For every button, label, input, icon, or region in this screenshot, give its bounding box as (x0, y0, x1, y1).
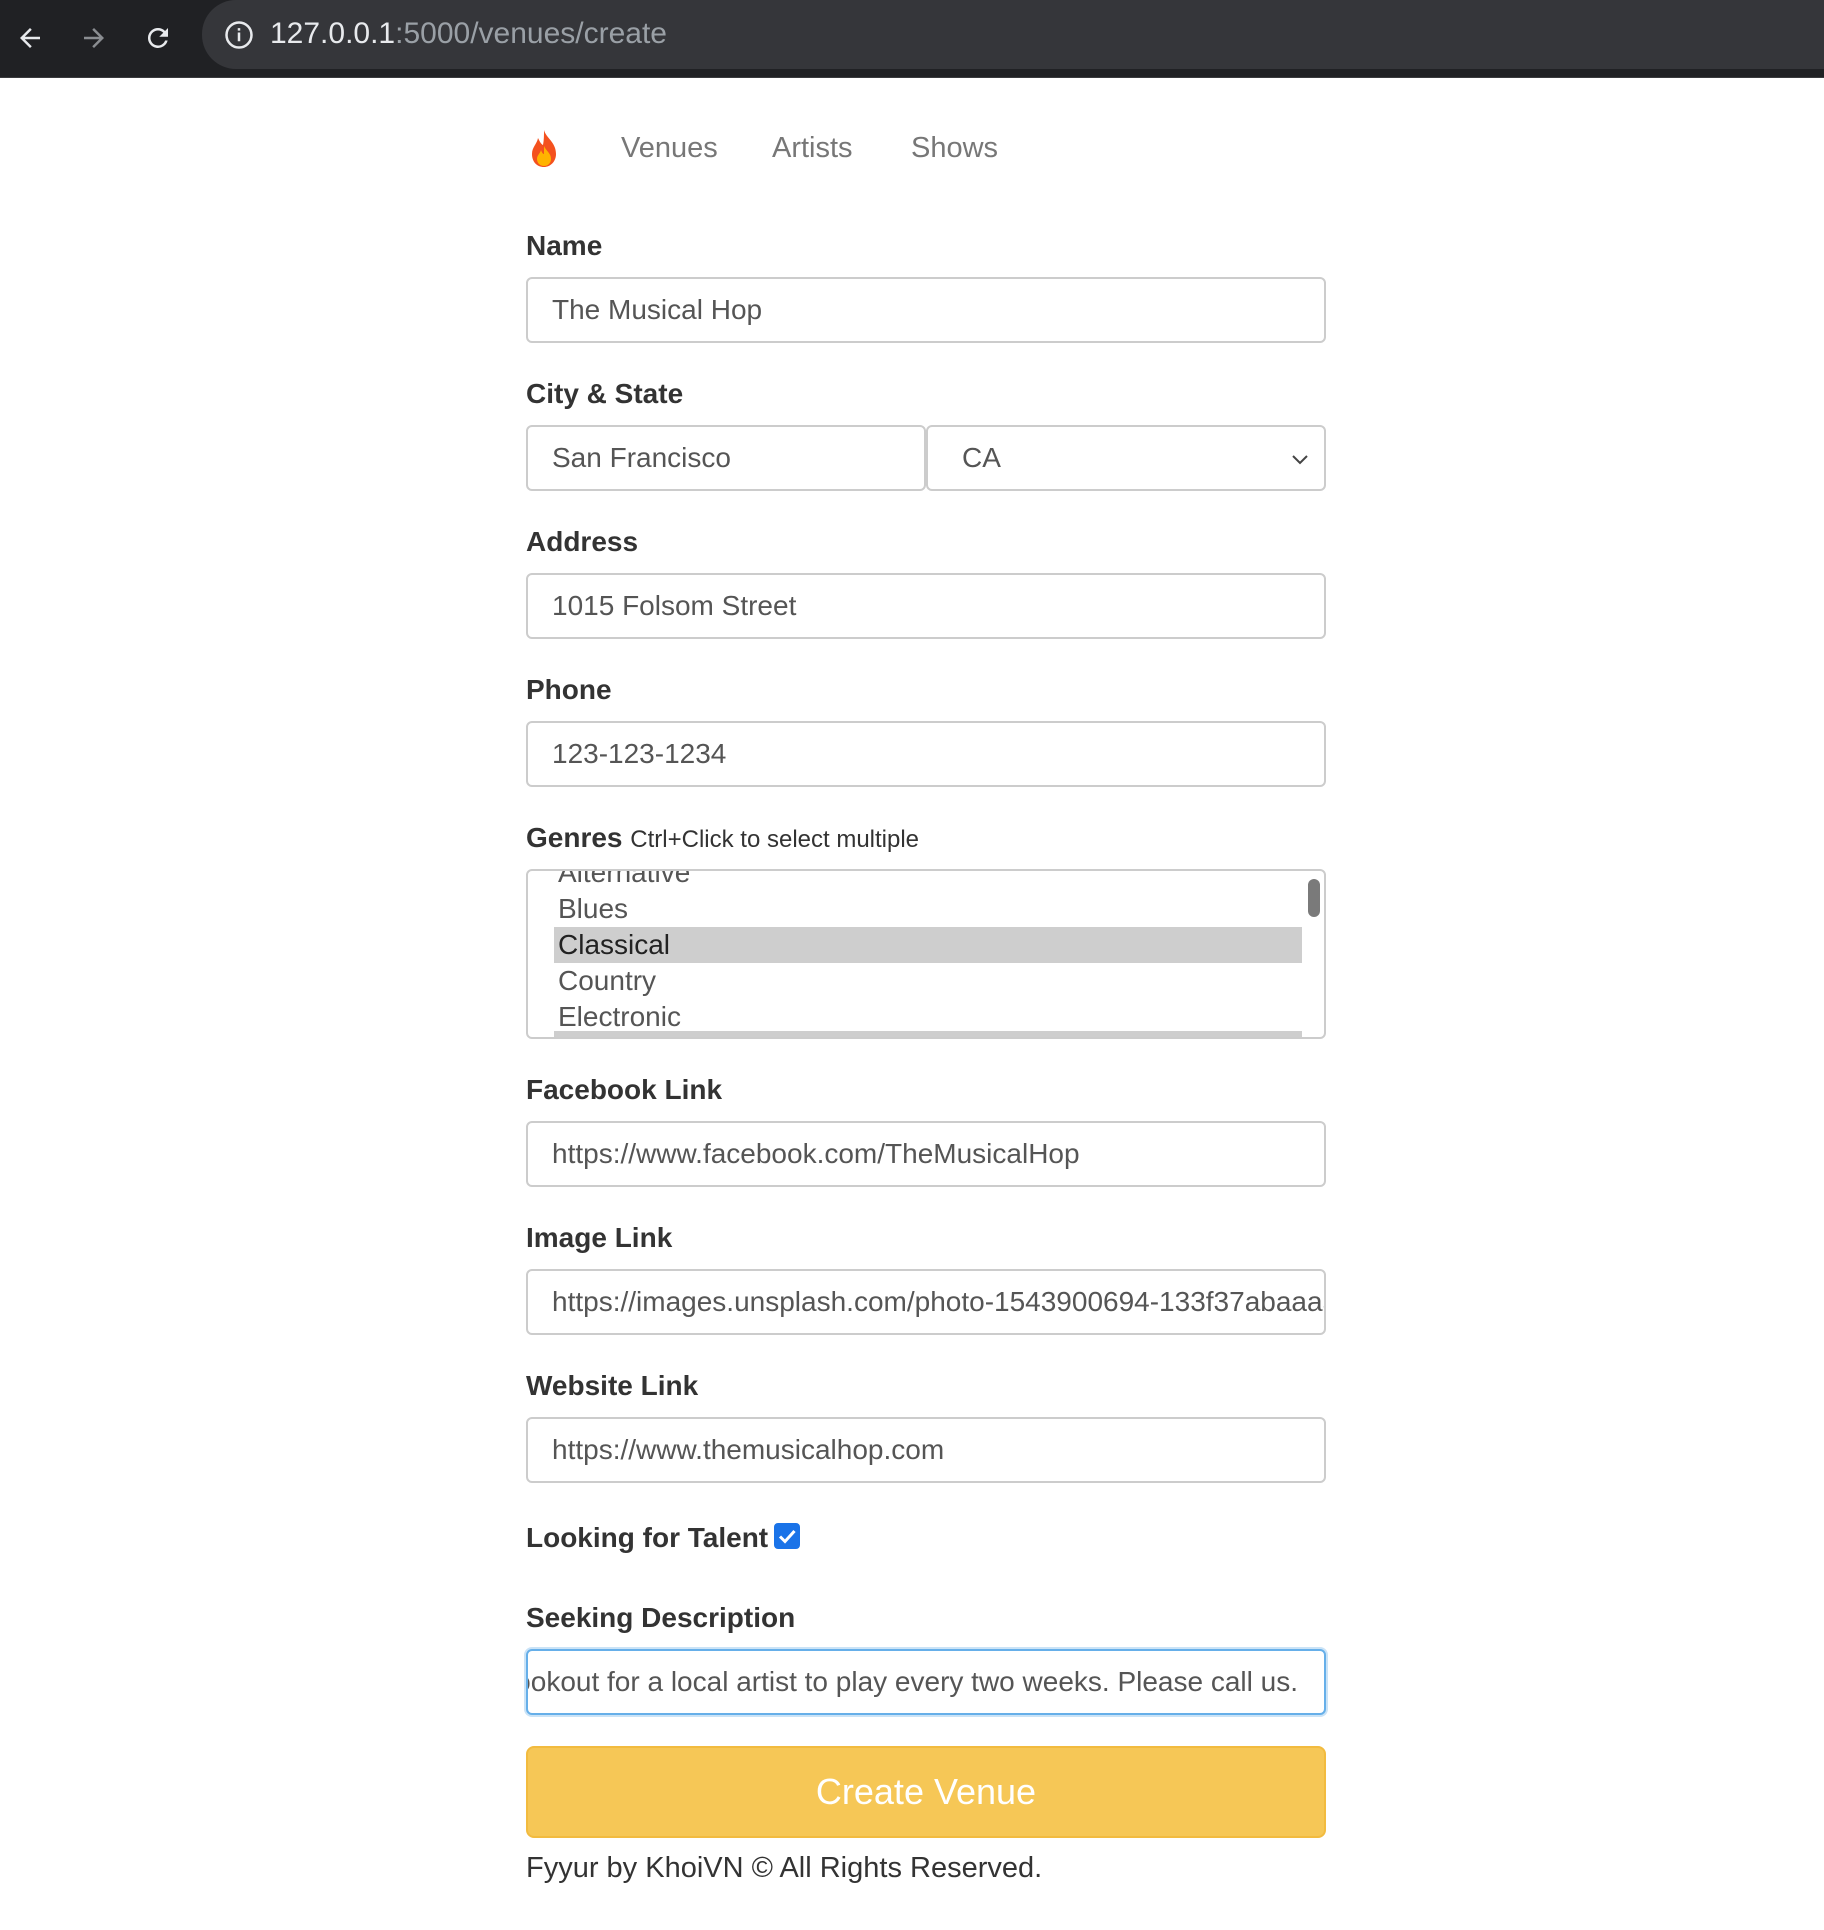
reload-button[interactable] (132, 12, 184, 64)
next-option-edge (554, 1031, 1302, 1037)
city-input[interactable]: San Francisco (526, 425, 926, 491)
phone-input[interactable]: 123-123-1234 (526, 721, 1326, 787)
genre-option[interactable]: Country (554, 963, 1302, 999)
genres-label-text: Genres (526, 822, 623, 853)
genre-option[interactable]: Alternative (554, 871, 1302, 891)
seeking-talent-checkbox[interactable] (774, 1523, 800, 1549)
nav-link-venues[interactable]: Venues (621, 130, 718, 166)
genre-option-selected[interactable]: Classical (554, 927, 1302, 963)
arrow-right-icon (84, 28, 104, 48)
genre-option[interactable]: Blues (554, 891, 1302, 927)
address-value: 1015 Folsom Street (552, 590, 797, 621)
seeking-description-input[interactable]: We are on the lookout for a local artist… (526, 1649, 1326, 1715)
url-text: 127.0.0.1:5000/venues/create (270, 15, 667, 53)
name-input[interactable]: The Musical Hop (526, 277, 1326, 343)
address-label: Address (526, 526, 639, 557)
create-venue-button[interactable]: Create Venue (526, 1746, 1326, 1838)
browser-toolbar: 127.0.0.1:5000/venues/create (0, 0, 1824, 78)
nav-link-shows[interactable]: Shows (911, 130, 998, 166)
seeking-description-value: We are on the lookout for a local artist… (528, 1666, 1298, 1697)
genres-listbox[interactable]: Alternative Blues Classical Country Elec… (526, 869, 1326, 1039)
url-path: :5000/venues/create (395, 17, 667, 50)
image-label: Image Link (526, 1222, 673, 1253)
nav-link-artists[interactable]: Artists (772, 130, 853, 166)
arrow-left-icon (20, 28, 40, 48)
info-icon[interactable] (224, 20, 254, 50)
genre-option[interactable]: Electronic (554, 999, 1302, 1035)
footer-text: Fyyur by KhoiVN © All Rights Reserved. (526, 1852, 1043, 1884)
flame-icon[interactable] (526, 128, 562, 168)
facebook-label: Facebook Link (526, 1074, 723, 1105)
address-bar[interactable]: 127.0.0.1:5000/venues/create (202, 0, 1824, 69)
seeking-talent-label: Looking for Talent (526, 1522, 769, 1553)
forward-button[interactable] (68, 12, 120, 64)
seeking-description-label: Seeking Description (526, 1602, 796, 1633)
state-value: CA (962, 442, 1001, 473)
genres-hint: Ctrl+Click to select multiple (630, 826, 920, 853)
city-state-label: City & State (526, 378, 684, 409)
image-input[interactable]: https://images.unsplash.com/photo-154390… (526, 1269, 1326, 1335)
address-input[interactable]: 1015 Folsom Street (526, 573, 1326, 639)
city-value: San Francisco (552, 442, 731, 473)
check-icon (778, 1529, 796, 1544)
phone-value: 123-123-1234 (552, 738, 727, 769)
phone-label: Phone (526, 674, 612, 705)
url-host: 127.0.0.1 (270, 17, 396, 50)
website-input[interactable]: https://www.themusicalhop.com (526, 1417, 1326, 1483)
facebook-value: https://www.facebook.com/TheMusicalHop (552, 1138, 1080, 1169)
reload-icon (147, 27, 168, 48)
website-value: https://www.themusicalhop.com (552, 1434, 945, 1465)
genres-label: Genres Ctrl+Click to select multiple (526, 820, 919, 858)
name-label: Name (526, 230, 603, 261)
facebook-input[interactable]: https://www.facebook.com/TheMusicalHop (526, 1121, 1326, 1187)
name-value: The Musical Hop (552, 294, 763, 325)
chevron-down-icon (1292, 455, 1308, 465)
image-value: https://images.unsplash.com/photo-154390… (552, 1286, 1326, 1317)
state-select[interactable]: CA (926, 425, 1326, 491)
back-button[interactable] (4, 12, 56, 64)
website-label: Website Link (526, 1370, 699, 1401)
listbox-scrollbar[interactable] (1308, 879, 1320, 917)
